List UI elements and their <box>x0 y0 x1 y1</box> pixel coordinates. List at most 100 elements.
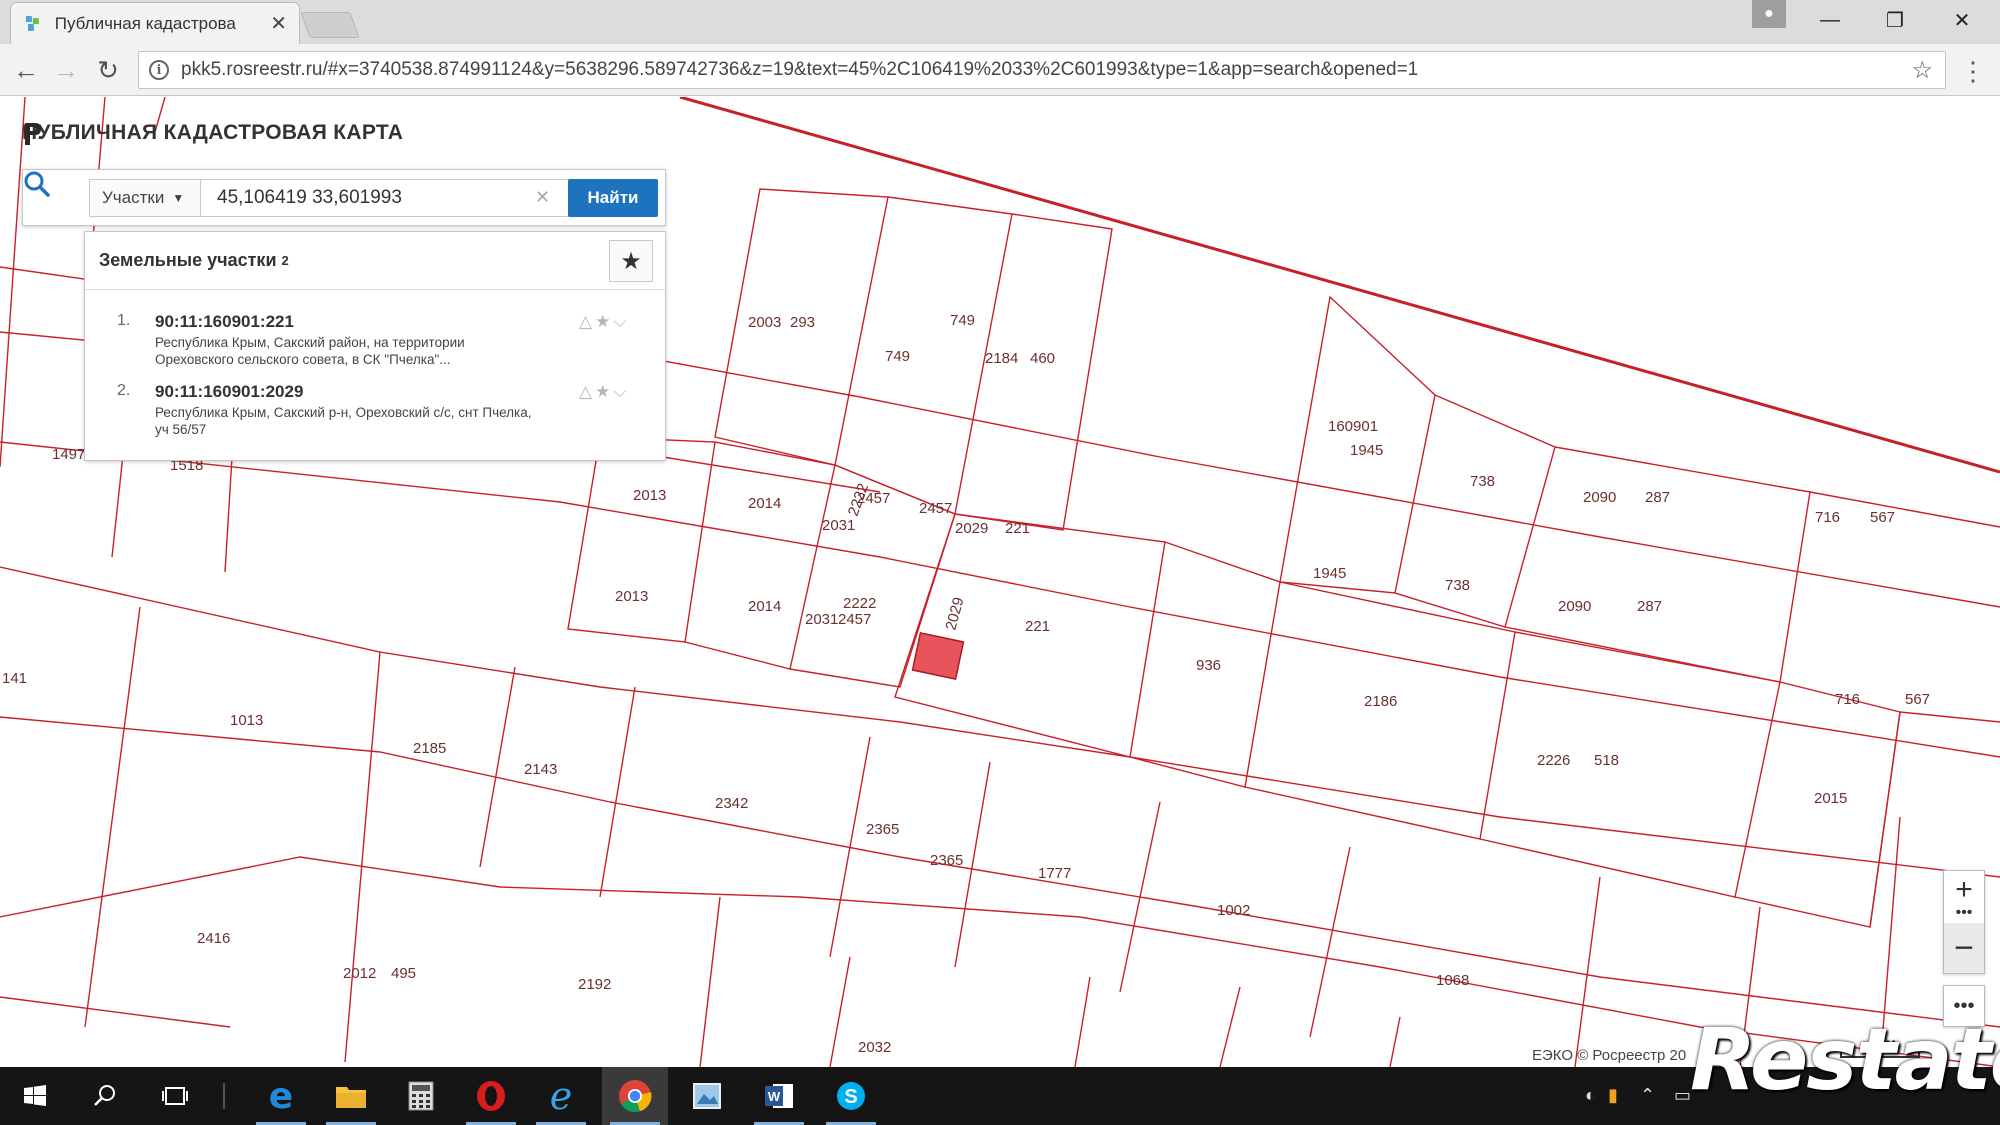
browser-tab[interactable]: Публичная кадастрова ✕ <box>10 2 300 44</box>
parcel-number-label: 2013 <box>633 487 666 504</box>
parcel-number-label: 2342 <box>715 795 748 812</box>
result-actions-icons[interactable]: △★⌵ <box>579 312 629 332</box>
result-item[interactable]: 2. 90:11:160901:2029 Республика Крым, Са… <box>85 382 665 444</box>
parcel-number-label: 287 <box>1637 598 1662 615</box>
result-cadastral-number[interactable]: 90:11:160901:221 <box>155 312 294 332</box>
tray-network-icon[interactable]: ◐ <box>1585 1085 1596 1106</box>
map-attribution: ЕЭКО © Росреестр 20 <box>1532 1047 1687 1064</box>
clear-search-icon[interactable]: ✕ <box>535 187 550 208</box>
result-actions-icons[interactable]: △★⌵ <box>579 382 629 402</box>
result-address: Республика Крым, Сакский р-н, Ореховский… <box>155 405 532 437</box>
internet-explorer-icon[interactable]: e <box>528 1067 594 1125</box>
parcel-number-label: 749 <box>885 348 910 365</box>
app-title: ПУБЛИЧНАЯ КАДАСТРОВАЯ КАРТА <box>22 121 404 144</box>
parcel-number-label: 2192 <box>578 976 611 993</box>
browser-menu-icon[interactable]: ⋮ <box>1960 56 1986 87</box>
results-panel: Земельные участки 2 ★ 1. 90:11:160901:22… <box>84 231 666 461</box>
new-tab-button[interactable] <box>300 12 360 38</box>
bookmark-star-icon[interactable]: ☆ <box>1911 56 1933 85</box>
paint-icon[interactable] <box>674 1067 740 1125</box>
taskbar-separator <box>223 1083 225 1109</box>
favorites-star-button[interactable]: ★ <box>609 240 653 282</box>
find-button[interactable]: Найти <box>568 179 658 217</box>
selected-parcel[interactable] <box>911 631 965 681</box>
parcel-number-label: 738 <box>1445 577 1470 594</box>
watermark: Restate <box>1690 1010 2000 1110</box>
search-type-select[interactable]: Участки ▼ <box>89 179 201 217</box>
info-icon[interactable]: i <box>149 60 169 80</box>
profile-icon[interactable]: ● <box>1752 0 1786 28</box>
skype-icon[interactable]: S <box>818 1067 884 1125</box>
parcel-number-label: 738 <box>1470 473 1495 490</box>
search-input[interactable] <box>201 179 589 217</box>
result-number: 2. <box>117 382 131 399</box>
parcel-number-label: 160901 <box>1328 418 1378 435</box>
zoom-control: + ••• − <box>1943 870 1985 974</box>
url-bar[interactable]: i pkk5.rosreestr.ru/#x=3740538.874991124… <box>138 51 1946 89</box>
site-favicon-icon <box>25 15 39 31</box>
result-cadastral-number[interactable]: 90:11:160901:2029 <box>155 382 303 402</box>
parcel-number-label: 2014 <box>748 495 781 512</box>
parcel-number-label: 1945 <box>1313 565 1346 582</box>
chevron-down-icon: ▼ <box>172 191 185 205</box>
parcel-number-label: 936 <box>1196 657 1221 674</box>
opera-icon[interactable] <box>458 1067 524 1125</box>
parcel-number-label: 2029 <box>942 595 967 632</box>
address-bar-row: ← → ↻ i pkk5.rosreestr.ru/#x=3740538.874… <box>0 44 2000 96</box>
windows-start-icon[interactable] <box>2 1067 68 1125</box>
browser-tab-bar: Публичная кадастрова ✕ ● — ❐ ✕ <box>0 0 2000 44</box>
tray-battery-icon[interactable]: ▭ <box>1674 1085 1691 1106</box>
parcel-number-label: 716 <box>1815 509 1840 526</box>
minimize-button[interactable]: — <box>1800 0 1860 40</box>
parcel-number-label: 2222 <box>843 595 876 612</box>
search-icon[interactable] <box>23 170 51 198</box>
calculator-icon[interactable] <box>388 1067 454 1125</box>
word-icon[interactable]: W <box>746 1067 812 1125</box>
result-address: Республика Крым, Сакский район, на терри… <box>155 335 465 367</box>
task-view-icon[interactable] <box>142 1067 208 1125</box>
zoom-out-button[interactable]: − <box>1944 923 1984 973</box>
parcel-number-label: 2090 <box>1583 489 1616 506</box>
parcel-number-label: 287 <box>1645 489 1670 506</box>
search-icon[interactable] <box>72 1067 138 1125</box>
chrome-icon[interactable] <box>602 1067 668 1125</box>
url-text[interactable]: pkk5.rosreestr.ru/#x=3740538.874991124&y… <box>181 59 1911 81</box>
file-explorer-icon[interactable] <box>318 1067 384 1125</box>
result-item[interactable]: 1. 90:11:160901:221 Республика Крым, Сак… <box>85 312 665 374</box>
restore-button[interactable]: ❐ <box>1865 0 1925 40</box>
parcel-number-label: 2185 <box>413 740 446 757</box>
parcel-number-label: 2186 <box>1364 693 1397 710</box>
parcel-number-label: 1068 <box>1436 972 1469 989</box>
results-header: Земельные участки 2 ★ <box>85 232 665 290</box>
tray-expand-icon[interactable]: ⌃ <box>1640 1085 1655 1106</box>
app-logo: ПУБЛИЧНАЯ КАДАСТРОВАЯ КАРТА <box>22 121 403 145</box>
parcel-number-label: 2226 <box>1537 752 1570 769</box>
parcel-number-label: 749 <box>950 312 975 329</box>
cadastral-map[interactable]: 1497 1518 2003 293 749 749 2184 460 160901 1945 73… <box>0 97 2000 1067</box>
tray-alert-icon[interactable]: ▮ <box>1608 1085 1618 1106</box>
tab-close-icon[interactable]: ✕ <box>270 11 287 36</box>
search-type-label: Участки <box>102 188 165 207</box>
parcel-number-label: 1777 <box>1038 865 1071 882</box>
close-window-button[interactable]: ✕ <box>1932 0 1992 40</box>
edge-icon[interactable]: e <box>248 1067 314 1125</box>
parcel-number-label: 2457 <box>838 611 871 628</box>
reload-icon[interactable]: ↻ <box>92 54 124 86</box>
back-arrow-icon[interactable]: ← <box>10 54 42 86</box>
parcel-number-label: 2416 <box>197 930 230 947</box>
parcel-number-label: 2143 <box>524 761 557 778</box>
parcel-number-label: 141 <box>2 670 27 687</box>
parcel-number-label: 716 <box>1835 691 1860 708</box>
tab-title: Публичная кадастрова <box>54 13 236 33</box>
forward-arrow-icon[interactable]: → <box>50 54 82 86</box>
parcel-number-label: 2090 <box>1558 598 1591 615</box>
parcel-number-label: 567 <box>1905 691 1930 708</box>
parcel-number-label: 2365 <box>866 821 899 838</box>
parcel-number-label: 495 <box>391 965 416 982</box>
parcel-number-label: 518 <box>1594 752 1619 769</box>
parcel-number-label: 2013 <box>615 588 648 605</box>
zoom-level-indicator: ••• <box>1955 904 1973 921</box>
parcel-number-label: 2015 <box>1814 790 1847 807</box>
parcel-number-label: 2012 <box>343 965 376 982</box>
result-number: 1. <box>117 312 131 329</box>
